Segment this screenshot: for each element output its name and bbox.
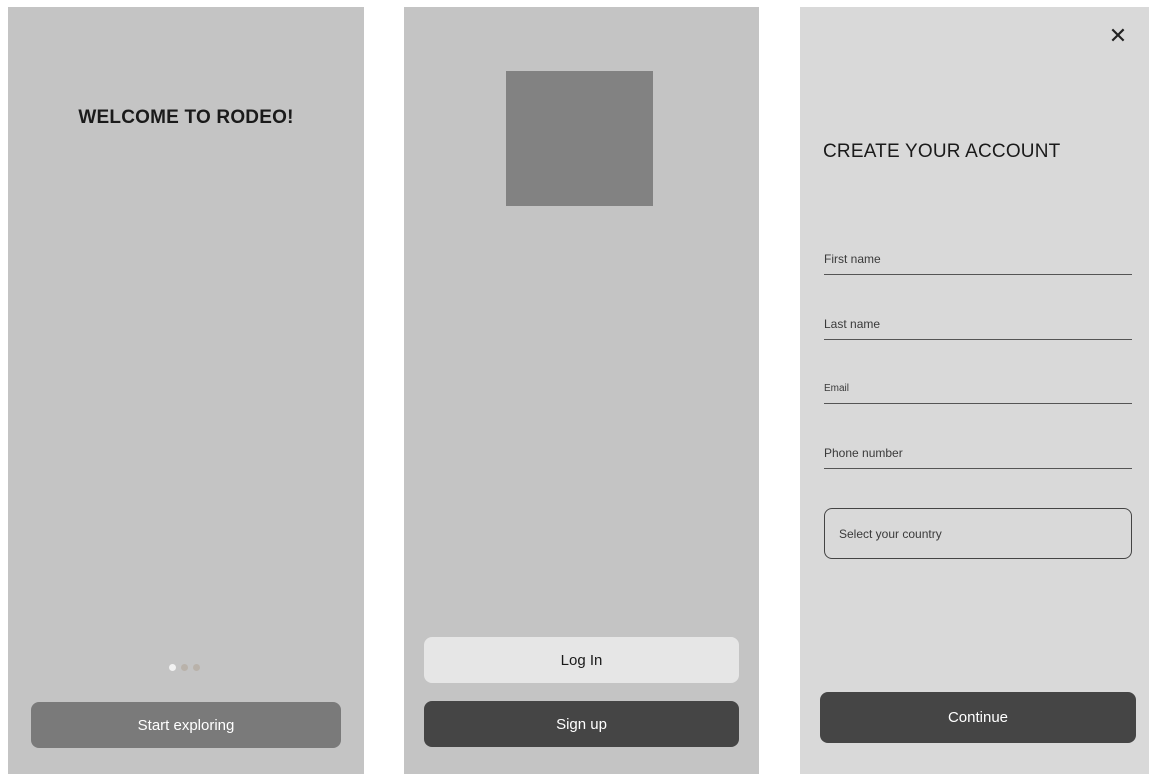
welcome-screen: WELCOME TO RODEO! Start exploring: [8, 7, 364, 774]
page-title: CREATE YOUR ACCOUNT: [823, 141, 1061, 162]
phone-input[interactable]: [824, 443, 1132, 468]
email-field: [824, 378, 1132, 404]
last-name-field: [824, 314, 1132, 340]
email-input[interactable]: [824, 379, 1132, 404]
page-indicator: [169, 664, 200, 671]
phone-field: [824, 443, 1132, 469]
login-button[interactable]: Log In: [424, 637, 739, 683]
continue-button[interactable]: Continue: [820, 692, 1136, 743]
close-icon[interactable]: ✕: [1105, 23, 1131, 49]
country-select[interactable]: Select your country: [824, 508, 1132, 559]
welcome-title: WELCOME TO RODEO!: [78, 107, 294, 128]
auth-screen: Log In Sign up: [404, 7, 759, 774]
page-dot[interactable]: [193, 664, 200, 671]
signup-button[interactable]: Sign up: [424, 701, 739, 747]
last-name-input[interactable]: [824, 314, 1132, 339]
start-exploring-button[interactable]: Start exploring: [31, 702, 341, 748]
create-account-screen: ✕ CREATE YOUR ACCOUNT Select your countr…: [800, 7, 1149, 774]
image-placeholder: [506, 71, 653, 206]
page-dot-active[interactable]: [169, 664, 176, 671]
first-name-input[interactable]: [824, 249, 1132, 274]
first-name-field: [824, 249, 1132, 275]
page-dot[interactable]: [181, 664, 188, 671]
